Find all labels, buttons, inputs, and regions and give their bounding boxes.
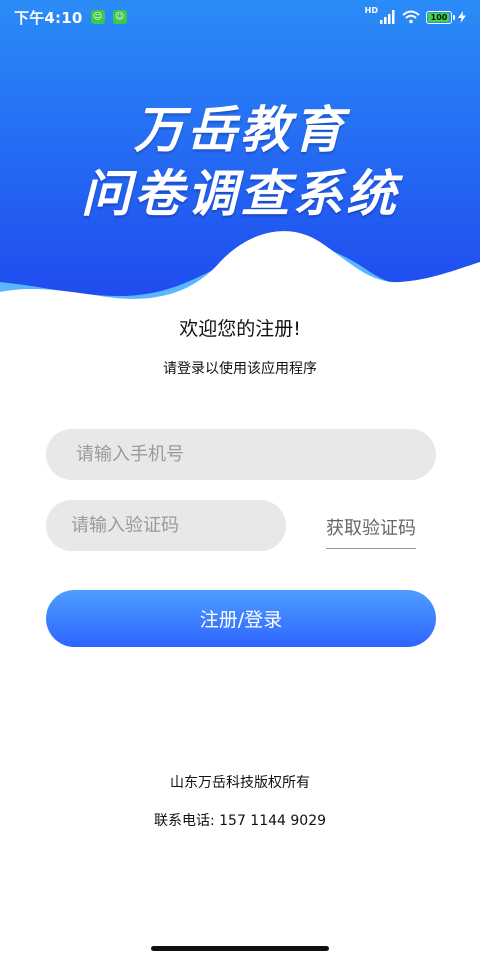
phone-input[interactable] <box>46 429 436 480</box>
contact-phone: 联系电话: 157 1144 9029 <box>153 813 327 829</box>
battery-icon: 100 <box>426 10 455 24</box>
wifi-icon <box>402 10 420 24</box>
signal-icon <box>380 10 395 24</box>
status-bar: 下午4:10 ☺ ☺ HD 100 <box>0 0 480 34</box>
hero-title-line2: 问卷调查系统 <box>81 165 399 223</box>
header-banner: 下午4:10 ☺ ☺ HD 100 万岳教育 问卷调查系统 <box>0 0 480 320</box>
register-login-button[interactable]: 注册/登录 <box>46 590 436 647</box>
home-indicator[interactable] <box>151 946 329 951</box>
copyright-text: 山东万岳科技版权所有 <box>170 775 310 791</box>
notification-app-icon: ☺ <box>112 10 127 24</box>
get-code-button[interactable]: 获取验证码 <box>326 514 416 549</box>
welcome-subtitle: 请登录以使用该应用程序 <box>163 361 317 377</box>
battery-level: 100 <box>430 12 448 22</box>
verification-code-input[interactable] <box>46 500 286 551</box>
status-indicators: HD 100 <box>364 6 466 24</box>
status-time: 下午4:10 <box>14 8 83 27</box>
welcome-title: 欢迎您的注册! <box>179 318 301 340</box>
hero-title-line1: 万岳教育 <box>134 101 346 159</box>
charging-icon <box>458 11 466 23</box>
hd-indicator: HD <box>364 6 378 15</box>
notification-app-icon: ☺ <box>90 10 105 24</box>
